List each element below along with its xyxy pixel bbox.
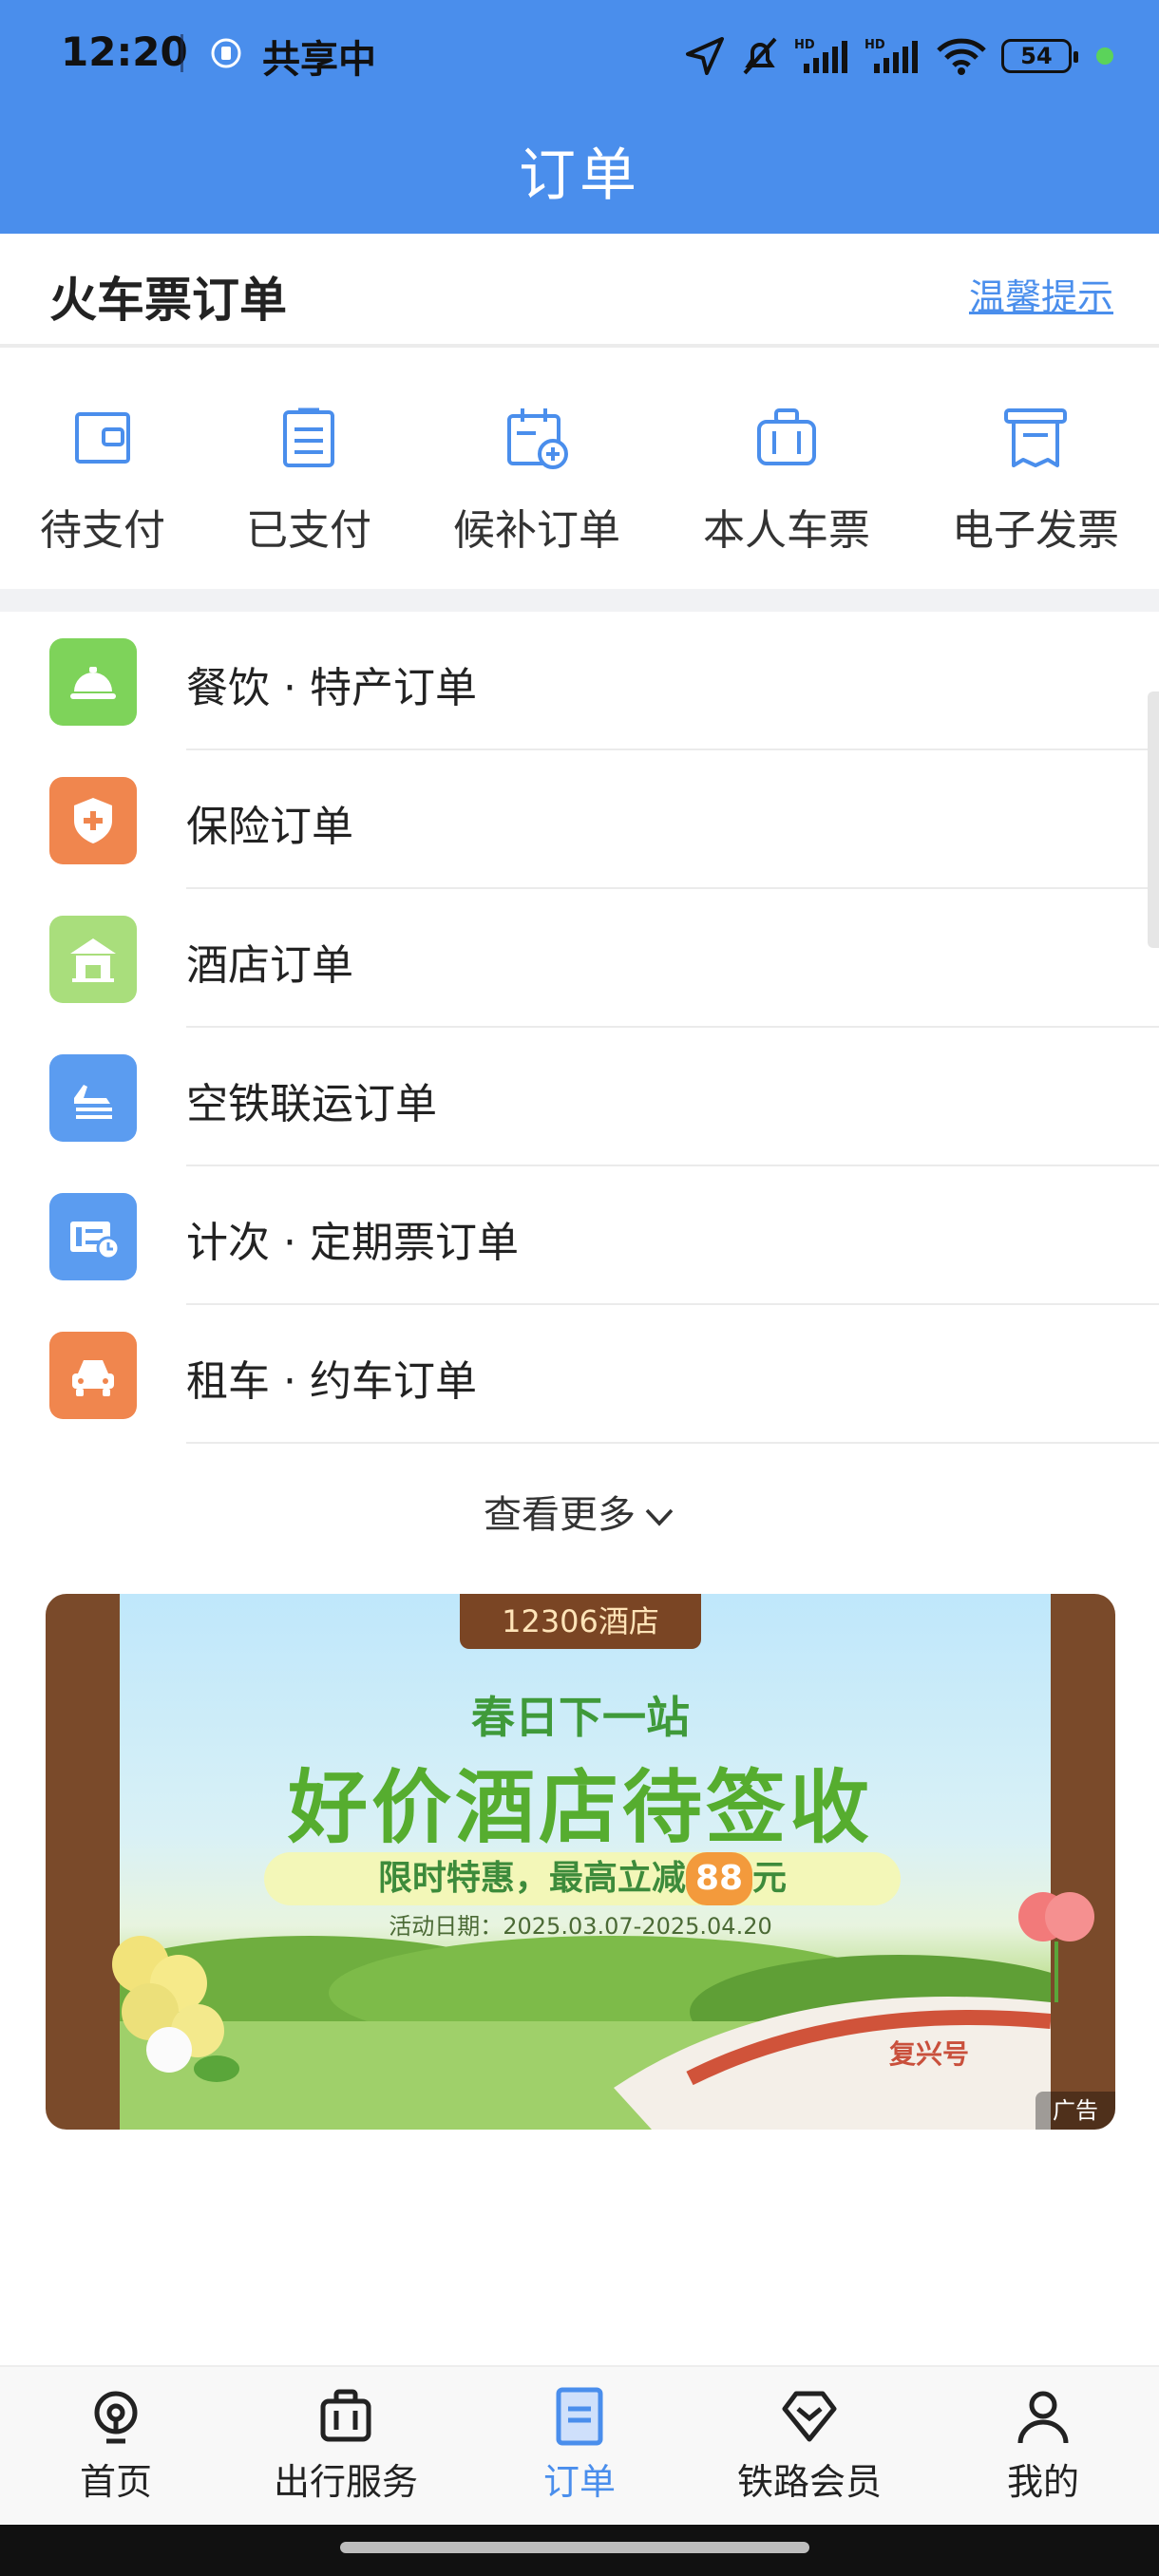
- nav-travel-services-label: 出行服务: [273, 2461, 418, 2503]
- user-icon: [1017, 2391, 1069, 2444]
- banner-date: 活动日期：2025.03.07-2025.04.20: [389, 1913, 772, 1940]
- wifi-icon: [937, 38, 986, 75]
- nav-travel-services[interactable]: 出行服务: [251, 2386, 441, 2505]
- status-share-text: 共享中: [262, 38, 376, 82]
- bell-muted-icon: [743, 37, 777, 75]
- scrollbar[interactable]: [1148, 691, 1159, 948]
- clipboard-icon: [283, 407, 334, 467]
- battery-level: 54: [1020, 43, 1053, 69]
- pass-ticket-orders-label: 计次 · 定期票订单: [186, 1219, 519, 1267]
- train-orders-title: 火车票订单: [49, 273, 287, 328]
- signal-hd-icon: HD: [794, 38, 847, 73]
- dining-orders-item[interactable]: 餐饮 · 特产订单: [0, 612, 1159, 750]
- my-tickets-label: 本人车票: [703, 506, 870, 555]
- home-train-icon: [94, 2391, 138, 2444]
- luggage-icon: [320, 2389, 371, 2442]
- nav-home-label: 首页: [79, 2461, 152, 2503]
- camera-indicator-dot: [1096, 47, 1113, 65]
- status-separator: [180, 34, 183, 72]
- air-rail-orders-item[interactable]: 空铁联运订单: [0, 1028, 1159, 1166]
- waitlist-orders-button[interactable]: 候补订单: [432, 405, 641, 557]
- banner-offer-amount: 88: [685, 1852, 753, 1905]
- screen-share-icon: [211, 38, 241, 68]
- banner-offer-suffix: 元: [752, 1859, 788, 1898]
- status-bar: 12:20 共享中 HD HD 54: [0, 0, 1159, 112]
- tips-link[interactable]: 温馨提示: [969, 268, 1113, 320]
- invoice-icon: [1004, 408, 1067, 467]
- car-rental-orders-label: 租车 · 约车订单: [186, 1357, 477, 1406]
- section-divider: [0, 589, 1159, 612]
- view-more-label: 查看更多: [484, 1493, 636, 1537]
- car-icon: [49, 1332, 137, 1419]
- order-doc-icon: [556, 2387, 603, 2446]
- top-header: 12:20 共享中 HD HD 54 订单: [0, 0, 1159, 234]
- train-orders-header: 火车票订单 温馨提示: [0, 234, 1159, 348]
- train-order-actions: 待支付 已支付 候补订单 本人车票 电子发票: [0, 348, 1159, 589]
- banner-tag: 12306酒店: [460, 1594, 701, 1649]
- insurance-orders-label: 保险订单: [186, 803, 353, 851]
- my-tickets-button[interactable]: 本人车票: [682, 405, 891, 557]
- banner-offer: 限时特惠，最高立减 88 元: [264, 1852, 901, 1905]
- signal-hd-text-1: HD: [794, 38, 815, 52]
- insurance-orders-item[interactable]: 保险订单: [0, 750, 1159, 889]
- divider: [186, 1442, 1159, 1444]
- nav-railway-member[interactable]: 铁路会员: [714, 2386, 904, 2505]
- signal-hd-icon-2: HD: [864, 38, 918, 73]
- pending-payment-label: 待支付: [40, 506, 165, 555]
- location-arrow-icon: [686, 37, 724, 75]
- view-more-button[interactable]: 查看更多: [0, 1484, 1159, 1539]
- banner-offer-prefix: 限时特惠，最高立减: [377, 1859, 686, 1898]
- e-invoice-button[interactable]: 电子发票: [931, 405, 1140, 557]
- car-rental-orders-item[interactable]: 租车 · 约车订单: [0, 1305, 1159, 1444]
- banner-train-text: 复兴号: [889, 2038, 969, 2070]
- nav-me-label: 我的: [1006, 2461, 1079, 2503]
- banner-headline: 好价酒店待签收: [287, 1761, 873, 1854]
- air-rail-orders-label: 空铁联运订单: [186, 1080, 437, 1128]
- ticket-clock-icon: [49, 1193, 137, 1280]
- shield-plus-icon: [49, 777, 137, 864]
- ad-badge: 广告: [1036, 2092, 1115, 2130]
- nav-orders[interactable]: 订单: [484, 2386, 674, 2505]
- pending-payment-button[interactable]: 待支付: [0, 405, 207, 557]
- diamond-icon: [782, 2391, 837, 2442]
- home-gesture-bar[interactable]: [340, 2542, 809, 2553]
- nav-railway-member-label: 铁路会员: [736, 2461, 882, 2503]
- pass-ticket-orders-item[interactable]: 计次 · 定期票订单: [0, 1166, 1159, 1305]
- hotel-promo-banner[interactable]: 复兴号 12306酒店 春日下一站 好价酒店待签收 限时特惠，最高立减 88 元 活…: [46, 1594, 1115, 2130]
- signal-hd-text-2: HD: [864, 38, 885, 52]
- heart-balloon-icon: [1018, 1892, 1094, 2002]
- hotel-orders-label: 酒店订单: [186, 941, 353, 990]
- service-bell-icon: [49, 638, 137, 726]
- status-time: 12:20: [61, 28, 188, 75]
- wallet-icon: [75, 412, 130, 464]
- status-icons: HD HD 54: [684, 32, 1113, 80]
- nav-me[interactable]: 我的: [948, 2386, 1138, 2505]
- page-title: 订单: [519, 142, 640, 209]
- hotel-orders-item[interactable]: 酒店订单: [0, 889, 1159, 1028]
- dining-orders-label: 餐饮 · 特产订单: [186, 664, 477, 712]
- plane-train-icon: [49, 1054, 137, 1142]
- paid-button[interactable]: 已支付: [204, 405, 413, 557]
- bottom-nav: 首页 出行服务 订单 铁路会员 我的: [0, 2365, 1159, 2527]
- nav-home[interactable]: 首页: [21, 2386, 211, 2505]
- chevron-down-icon: [645, 1508, 674, 1526]
- calendar-plus-icon: [507, 408, 568, 469]
- e-invoice-label: 电子发票: [952, 506, 1119, 555]
- hotel-icon: [49, 916, 137, 1003]
- banner-headline-small: 春日下一站: [471, 1692, 690, 1743]
- battery-icon: 54: [1001, 39, 1078, 73]
- waitlist-orders-label: 候补订单: [453, 506, 620, 555]
- luggage-icon: [757, 408, 816, 465]
- nav-orders-label: 订单: [542, 2461, 616, 2503]
- paid-label: 已支付: [246, 506, 371, 555]
